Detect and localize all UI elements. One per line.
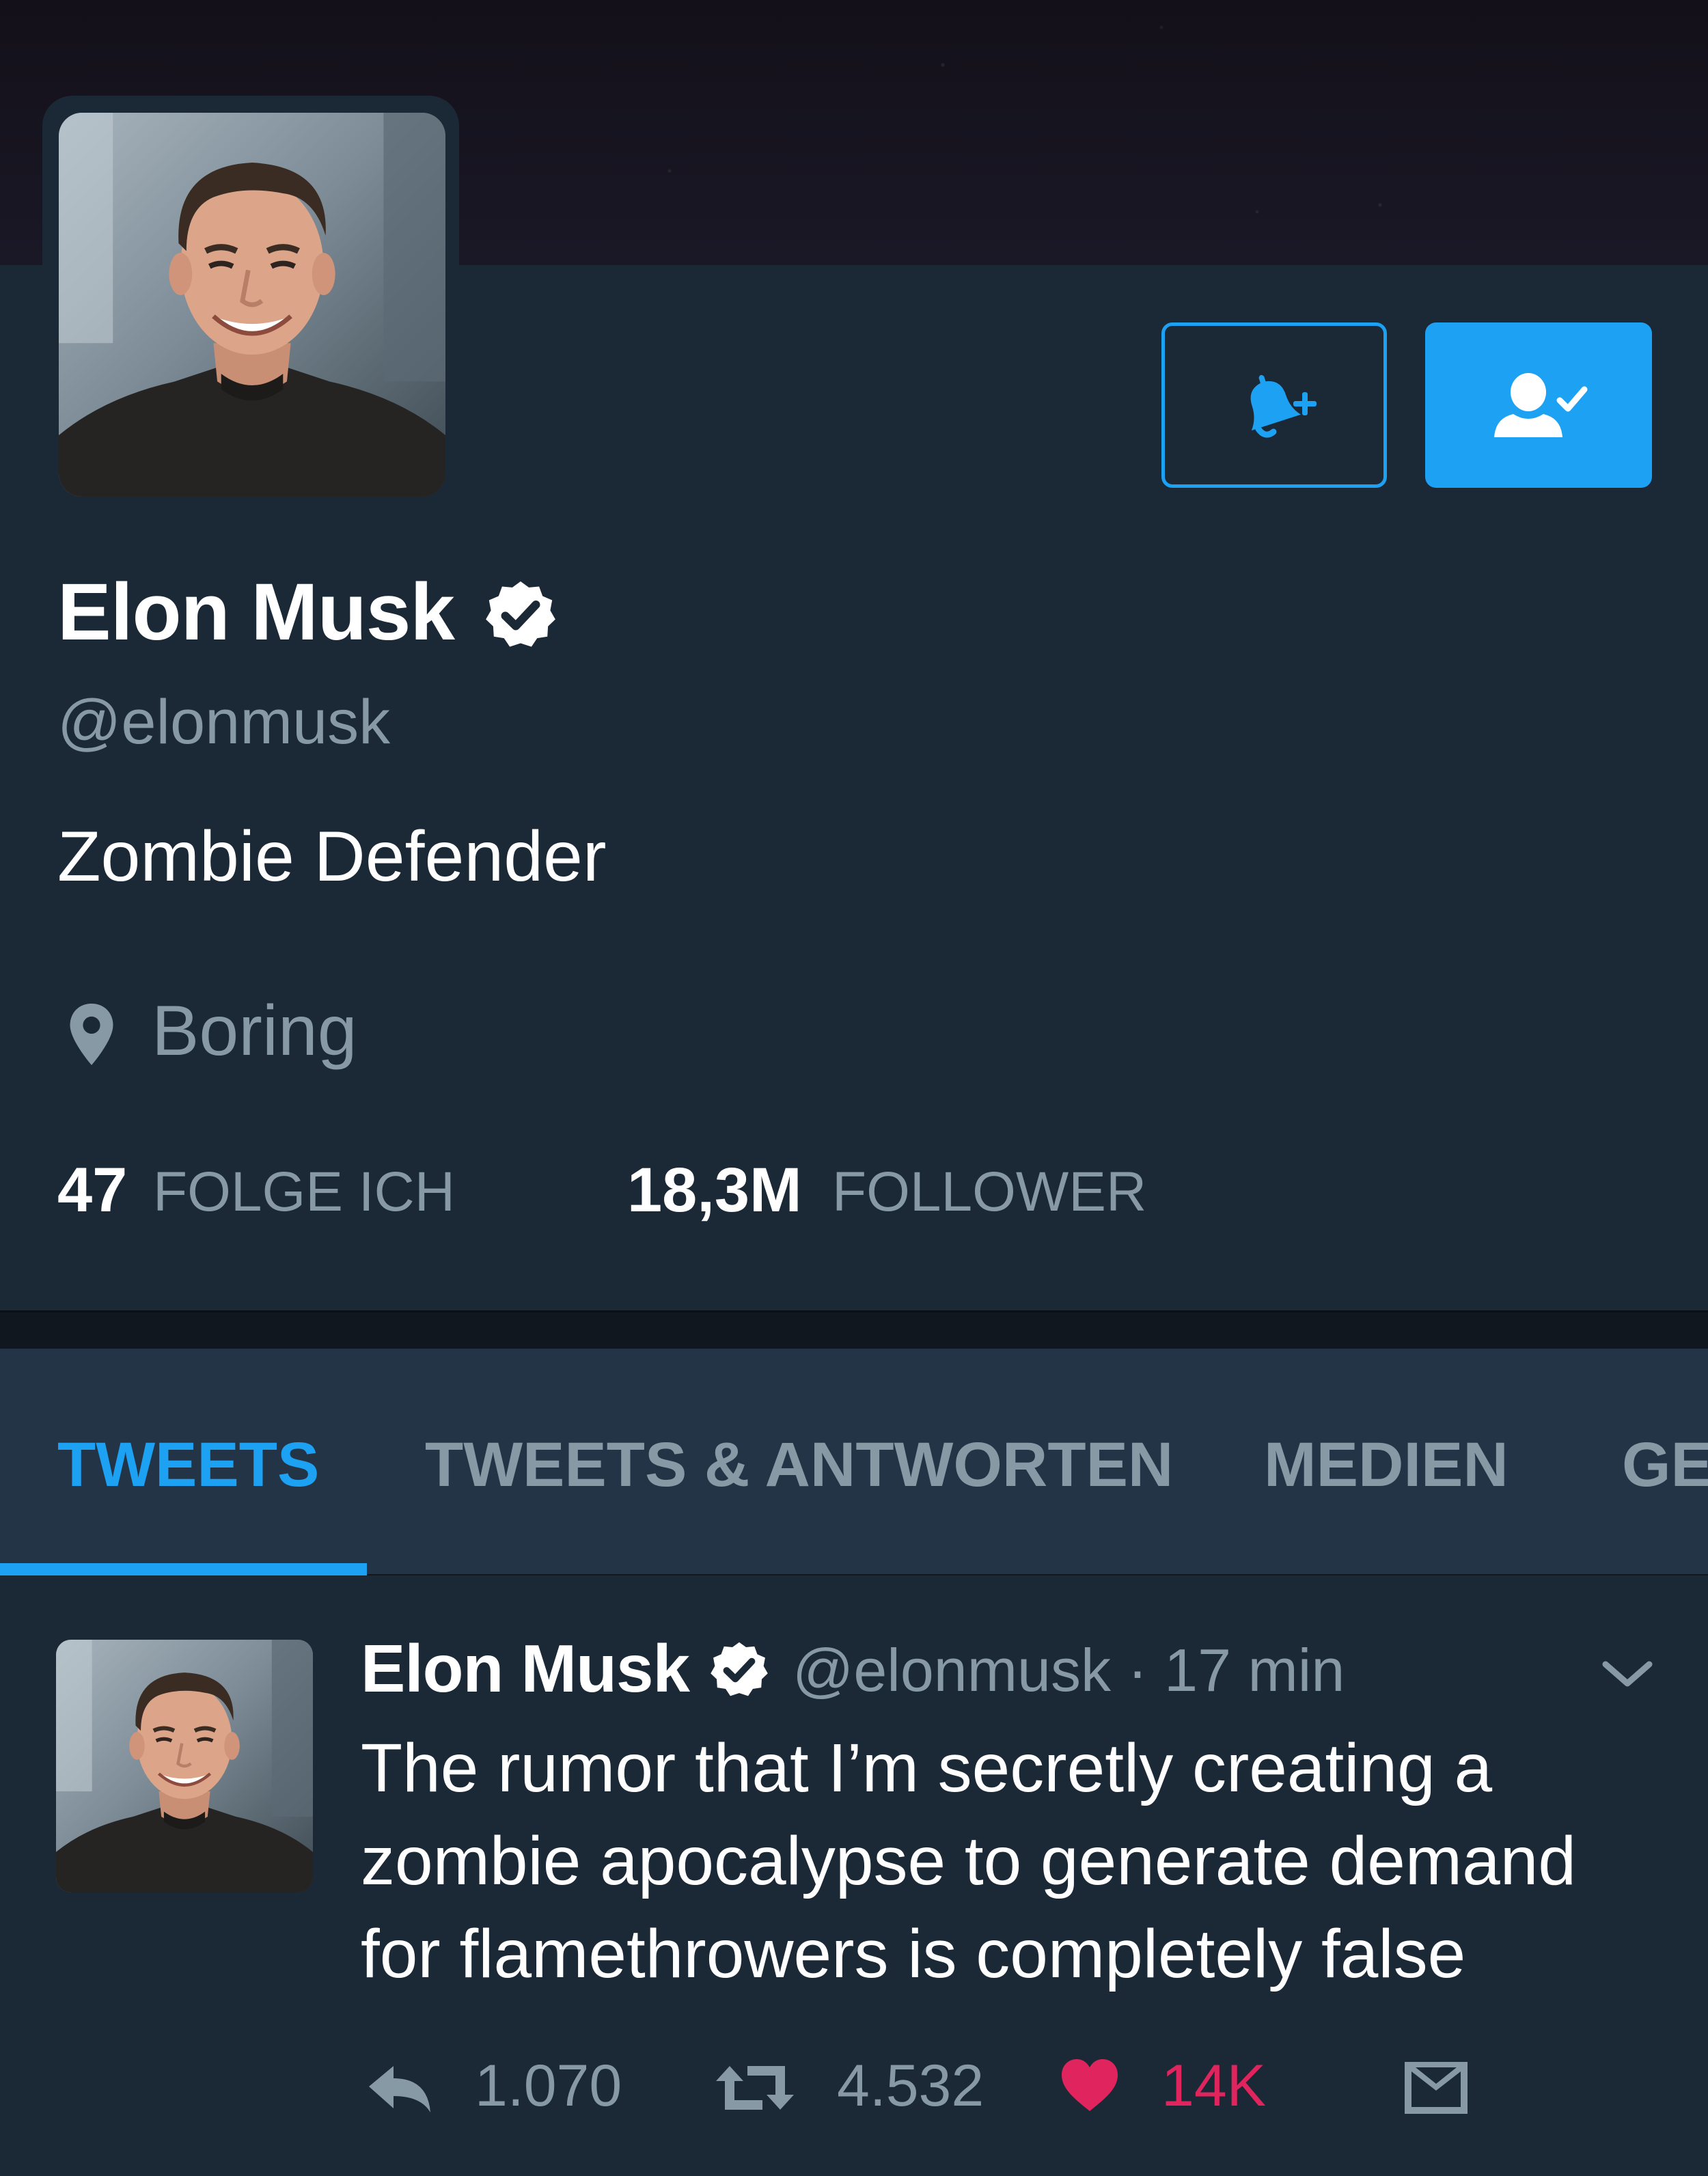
- avatar-photo: [59, 113, 445, 497]
- tweet-text: The rumor that I’m secretly creating a z…: [361, 1730, 1576, 1992]
- envelope-icon[interactable]: [1402, 2059, 1470, 2117]
- tweet-avatar-photo: [56, 1640, 313, 1892]
- following-button[interactable]: [1425, 322, 1652, 488]
- chevron-down-icon[interactable]: [1599, 1653, 1656, 1694]
- heart-icon[interactable]: [1059, 2056, 1120, 2115]
- tab-tweets[interactable]: TWEETS: [57, 1429, 319, 1501]
- profile-handle: @elonmusk: [57, 687, 391, 757]
- followers-label[interactable]: FOLLOWER: [832, 1160, 1146, 1224]
- tweet-author-name[interactable]: Elon Musk: [361, 1630, 690, 1707]
- profile-avatar[interactable]: [59, 113, 445, 497]
- user-check-icon: [1494, 373, 1588, 437]
- tweet-timestamp[interactable]: · 17 min: [1127, 1636, 1345, 1704]
- tweet-author-handle[interactable]: @elonmusk: [793, 1636, 1111, 1704]
- active-tab-indicator: [0, 1563, 367, 1575]
- like-count: 14K: [1161, 2053, 1267, 2119]
- reply-icon[interactable]: [362, 2059, 437, 2119]
- tweet-meta: @elonmusk · 17 min: [793, 1636, 1345, 1705]
- verified-badge-icon: [708, 1638, 771, 1701]
- profile-location: Boring: [152, 991, 357, 1071]
- bell-plus-icon: [1250, 374, 1317, 438]
- retweet-count: 4.532: [837, 2053, 984, 2119]
- tab-tweets-and-replies[interactable]: TWEETS & ANTWORTEN: [425, 1429, 1173, 1501]
- notifications-button[interactable]: [1161, 322, 1387, 488]
- tab-likes[interactable]: GE: [1622, 1429, 1708, 1501]
- following-count[interactable]: 47: [57, 1155, 127, 1226]
- tweet-avatar[interactable]: [56, 1640, 313, 1892]
- profile-name: Elon Musk: [57, 567, 455, 657]
- retweet-icon[interactable]: [711, 2058, 799, 2118]
- profile-bio: Zombie Defender: [57, 817, 607, 896]
- verified-badge-icon: [482, 577, 559, 653]
- map-pin-icon: [70, 1004, 113, 1065]
- followers-count[interactable]: 18,3M: [627, 1155, 802, 1226]
- following-label[interactable]: FOLGE ICH: [153, 1160, 455, 1224]
- reply-count: 1.070: [475, 2053, 622, 2119]
- section-divider: [0, 1310, 1708, 1351]
- tab-media[interactable]: MEDIEN: [1264, 1429, 1509, 1501]
